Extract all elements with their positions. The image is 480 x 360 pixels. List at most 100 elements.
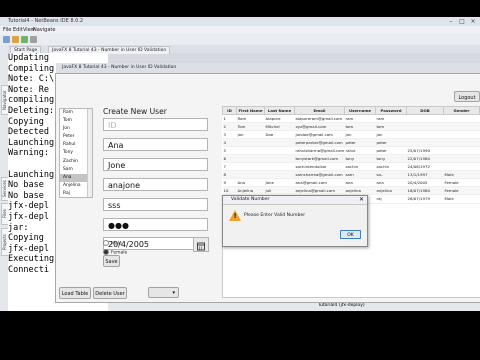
- table-cell: 5: [222, 146, 237, 156]
- table-cell: anjelina: [344, 186, 376, 196]
- table-cell: Doe: [264, 130, 295, 140]
- table-cell: ana: [344, 178, 376, 188]
- table-cell: [443, 154, 480, 164]
- table-cell: sachintendulkar: [294, 162, 345, 172]
- list-scrollbar[interactable]: [87, 109, 92, 197]
- undo-icon[interactable]: [30, 36, 37, 43]
- app-titlebar: JavaFX 8 Tutorial 43 - Number in User ID…: [56, 63, 480, 73]
- table-row[interactable]: 9 Ana Jone ana@gmail.com ana ana 20/4/2005 Fema…: [222, 178, 480, 188]
- table-row[interactable]: 3 Jon Doe jondoe@gmail.com jon jon: [222, 130, 480, 140]
- table-cell: jondoe@gmail.com: [294, 130, 345, 140]
- table-row[interactable]: 2 Tom Mitchel xyz@gmail.com tom tom: [222, 122, 480, 132]
- table-cell: [236, 146, 265, 156]
- table-row[interactable]: 4 peterparker@gmail.com peter peter: [222, 138, 480, 148]
- table-cell: rahul: [344, 146, 376, 156]
- open-project-icon[interactable]: [12, 36, 19, 43]
- column-header[interactable]: Password: [375, 106, 407, 115]
- table-cell: [443, 130, 480, 140]
- user-list[interactable]: Ram Tom Jon Peter Rahul Tony Zachin Sam Ana Anjel…: [59, 108, 93, 198]
- page-title: Create New User: [103, 107, 167, 116]
- menu-edit[interactable]: Edit: [13, 27, 23, 33]
- table-cell: [406, 130, 444, 140]
- minimize-icon[interactable]: –: [446, 18, 456, 25]
- table-cell: 2: [222, 122, 237, 132]
- first-name-field[interactable]: Ana: [103, 138, 208, 151]
- netbeans-window: Tutorial4 - NetBeans IDE 8.0.2 – □ × Fil…: [0, 17, 480, 311]
- table-row[interactable]: 1 Ram Alapure alapureram@gmail.com ram ram: [222, 114, 480, 124]
- table-cell: 3: [222, 130, 237, 140]
- ide-titlebar: Tutorial4 - NetBeans IDE 8.0.2 – □ ×: [0, 17, 480, 26]
- menu-navigate[interactable]: Navigate: [33, 27, 55, 33]
- id-field[interactable]: ID: [103, 118, 208, 131]
- table-cell: peter: [344, 138, 376, 148]
- ide-menubar: File Edit View Navigate: [0, 26, 480, 34]
- calendar-button[interactable]: [193, 237, 209, 252]
- column-header[interactable]: First Name: [236, 106, 265, 115]
- column-header[interactable]: Username: [344, 106, 376, 115]
- table-cell: Male: [443, 170, 480, 180]
- table-row[interactable]: 8 samcharma@gmail.com sam sa.. 13/1/1997 Male: [222, 170, 480, 180]
- column-header[interactable]: ID: [222, 106, 237, 115]
- table-cell: 9: [222, 178, 237, 188]
- table-cell: [443, 122, 480, 132]
- menu-file[interactable]: File: [3, 27, 11, 33]
- last-name-field[interactable]: Jone: [103, 158, 208, 171]
- action-combo[interactable]: ▾: [148, 287, 179, 298]
- dialog-close-icon[interactable]: ✕: [359, 196, 364, 204]
- table-cell: jon: [375, 130, 407, 140]
- table-cell: Jone: [264, 178, 295, 188]
- table-cell: peterparker@gmail.com: [294, 138, 345, 148]
- table-cell: Ana: [236, 178, 265, 188]
- delete-user-button[interactable]: Delete User: [93, 287, 127, 299]
- editor-tabs: Start Page JavaFX 8 Tutorial 43 - Number…: [8, 45, 480, 54]
- logout-button[interactable]: Logout: [454, 91, 480, 102]
- table-cell: sam: [344, 170, 376, 180]
- table-cell: zachin: [375, 162, 407, 172]
- maximize-icon[interactable]: □: [457, 18, 467, 25]
- table-cell: anjelina: [375, 186, 407, 196]
- table-cell: tom: [375, 122, 407, 132]
- table-cell: [264, 162, 295, 172]
- ide-title: Tutorial4 - NetBeans IDE 8.0.2: [8, 18, 84, 24]
- ok-button[interactable]: OK: [340, 230, 361, 239]
- table-cell: Male: [443, 194, 480, 204]
- save-button[interactable]: Save: [103, 255, 120, 267]
- column-header[interactable]: Last Name: [264, 106, 295, 115]
- gender-male-radio[interactable]: Male: [103, 240, 122, 247]
- save-all-icon[interactable]: [21, 36, 28, 43]
- table-cell: ana: [375, 178, 407, 188]
- table-cell: [264, 138, 295, 148]
- table-cell: 24/06/1972: [406, 162, 444, 172]
- password-field[interactable]: ●●●: [103, 218, 208, 231]
- table-cell: ram: [375, 114, 407, 124]
- table-cell: [264, 154, 295, 164]
- table-cell: 8: [222, 170, 237, 180]
- column-header[interactable]: Gender: [443, 106, 480, 115]
- table-cell: Alapure: [264, 114, 295, 124]
- table-cell: ana@gmail.com: [294, 178, 345, 188]
- table-row[interactable]: 5 rahulsharma@gmail.com rahul peter 25/07/19…: [222, 146, 480, 156]
- username-field[interactable]: sss: [103, 198, 208, 211]
- table-cell: Female: [443, 186, 480, 196]
- email-field[interactable]: anajone: [103, 178, 208, 191]
- column-header[interactable]: DOB: [406, 106, 444, 115]
- javafx-app-window: JavaFX 8 Tutorial 43 - Number in User ID…: [55, 63, 480, 303]
- load-table-button[interactable]: Load Table: [59, 287, 91, 299]
- warning-icon: !: [229, 210, 241, 221]
- calendar-icon: [197, 242, 205, 251]
- table-cell: 22/07/1980: [406, 154, 444, 164]
- column-header[interactable]: Email: [294, 106, 345, 115]
- table-cell: Tom: [236, 122, 265, 132]
- table-cell: zachin: [344, 162, 376, 172]
- table-cell: [236, 154, 265, 164]
- table-cell: Jon: [236, 130, 265, 140]
- table-cell: 4: [222, 138, 237, 148]
- new-project-icon[interactable]: [3, 36, 10, 43]
- table-row[interactable]: 7 sachintendulkar zachin zachin 24/06/1972: [222, 162, 480, 172]
- table-cell: Ram: [236, 114, 265, 124]
- close-icon[interactable]: ×: [468, 18, 478, 25]
- table-row[interactable]: 10 Anjelina Juli anjelina@gmail.com anjelina…: [222, 186, 480, 196]
- table-row[interactable]: 6 tonystark@gmail.com tony tony 22/07/1980: [222, 154, 480, 164]
- table-cell: [443, 138, 480, 148]
- table-cell: Anjelina: [236, 186, 265, 196]
